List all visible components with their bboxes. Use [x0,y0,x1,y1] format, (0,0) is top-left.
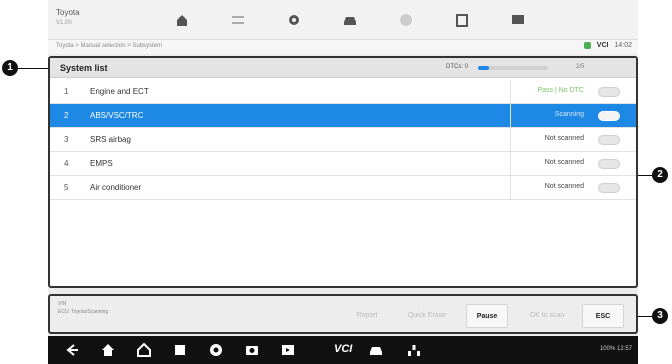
function-bar-info-line1: VIN [58,301,67,307]
vehicle-brand: Toyota V1.00 [56,8,80,28]
callout-1-leader [18,68,48,69]
system-name: Air conditioner [90,183,142,192]
system-name: EMPS [90,159,113,168]
system-name: SRS airbag [90,135,131,144]
home-icon[interactable] [174,12,190,28]
network-icon[interactable] [406,342,422,358]
scan-status: Not scanned [544,183,584,190]
scan-status: Pass | No DTC [537,87,584,94]
callout-2: 2 [652,167,668,183]
callout-3-leader [638,316,652,317]
scan-status: Not scanned [544,159,584,166]
back-icon[interactable] [64,342,80,358]
scan-status: Not scanned [544,135,584,142]
table-row[interactable]: 4 EMPS Not scanned [50,152,636,176]
scan-toggle[interactable] [598,183,620,193]
function-bar: VIN ECU: Toyota/Scanning Report Quick Era… [48,294,638,334]
vehicle-version: V1.00 [56,20,72,26]
vehicle-make: Toyota [56,8,80,17]
function-bar-info-line2: ECU: Toyota/Scanning [58,309,109,315]
connection-icon [583,42,591,49]
callout-2-leader [638,175,652,176]
status-indicators: VCI 14:02 [583,42,632,49]
recents-icon[interactable] [172,342,188,358]
status-cell: Not scanned [510,128,592,152]
callout-3: 3 [652,308,668,324]
android-nav-bar: VCI 100% 12:57 [48,336,638,364]
system-list-panel: System list DTCs: 0 2/5 1 Engine and ECT P… [48,56,638,288]
table-row[interactable]: 2 ABS/VSC/TRC Scanning [50,104,636,128]
status-cell: Not scanned [510,176,592,200]
quick-erase-button[interactable]: Quick Erase [406,304,448,328]
esc-button[interactable]: ESC [582,304,624,328]
scan-toggle[interactable] [598,111,620,121]
system-name: Engine and ECT [90,87,149,96]
row-number: 2 [64,111,69,120]
message-icon[interactable] [510,12,526,28]
gear-icon[interactable] [286,12,302,28]
row-number: 5 [64,183,69,192]
home-nav-icon[interactable] [100,342,116,358]
print-icon[interactable] [454,12,470,28]
table-row[interactable]: 3 SRS airbag Not scanned [50,128,636,152]
status-cell: Scanning [510,104,592,128]
breadcrumb-bar: Toyota > Manual selection > Subsystem VC… [48,40,638,54]
scan-toggle[interactable] [598,135,620,145]
camera-icon[interactable] [244,342,260,358]
vehicle-nav-icon[interactable] [368,342,384,358]
system-status: 100% 12:57 [599,346,632,352]
system-name: ABS/VSC/TRC [90,111,144,120]
top-toolbar: Toyota V1.00 [48,0,638,40]
table-row[interactable]: 1 Engine and ECT Pass | No DTC [50,80,636,104]
screen: Toyota V1.00 Toyota > Manual selection >… [0,0,672,364]
status-time: 14:02 [614,42,632,49]
scan-progress-text: 2/5 [576,64,585,70]
scan-progress-fill [478,66,489,70]
dtc-count: DTCs: 0 [446,64,469,70]
callout-1: 1 [2,60,18,76]
sliders-icon[interactable] [230,12,246,28]
car-icon[interactable] [342,12,358,28]
video-icon[interactable] [280,342,296,358]
system-list-title: System list [60,63,108,73]
vci-nav-label[interactable]: VCI [334,343,352,355]
system-list-header: System list DTCs: 0 2/5 [50,58,636,78]
status-cell: Pass | No DTC [510,80,592,104]
report-button[interactable]: Report [346,304,388,328]
globe-icon[interactable] [398,12,414,28]
row-number: 1 [64,87,69,96]
function-bar-info: VIN ECU: Toyota/Scanning [58,300,108,316]
pause-button[interactable]: Pause [466,304,508,328]
browser-icon[interactable] [208,342,224,358]
system-list-rows: 1 Engine and ECT Pass | No DTC 2 ABS/VSC/TRC… [50,80,636,200]
scan-status: Scanning [554,111,584,118]
ok-to-scan-button[interactable]: OK to scan [526,304,568,328]
scan-toggle[interactable] [598,159,620,169]
breadcrumb[interactable]: Toyota > Manual selection > Subsystem [56,43,162,49]
status-cell: Not scanned [510,152,592,176]
scan-progress-bar [478,66,548,70]
table-row[interactable]: 5 Air conditioner Not scanned [50,176,636,200]
apps-nav-icon[interactable] [136,342,152,358]
row-number: 3 [64,135,69,144]
scan-toggle[interactable] [598,87,620,97]
row-number: 4 [64,159,69,168]
vci-label: VCI [596,42,609,49]
